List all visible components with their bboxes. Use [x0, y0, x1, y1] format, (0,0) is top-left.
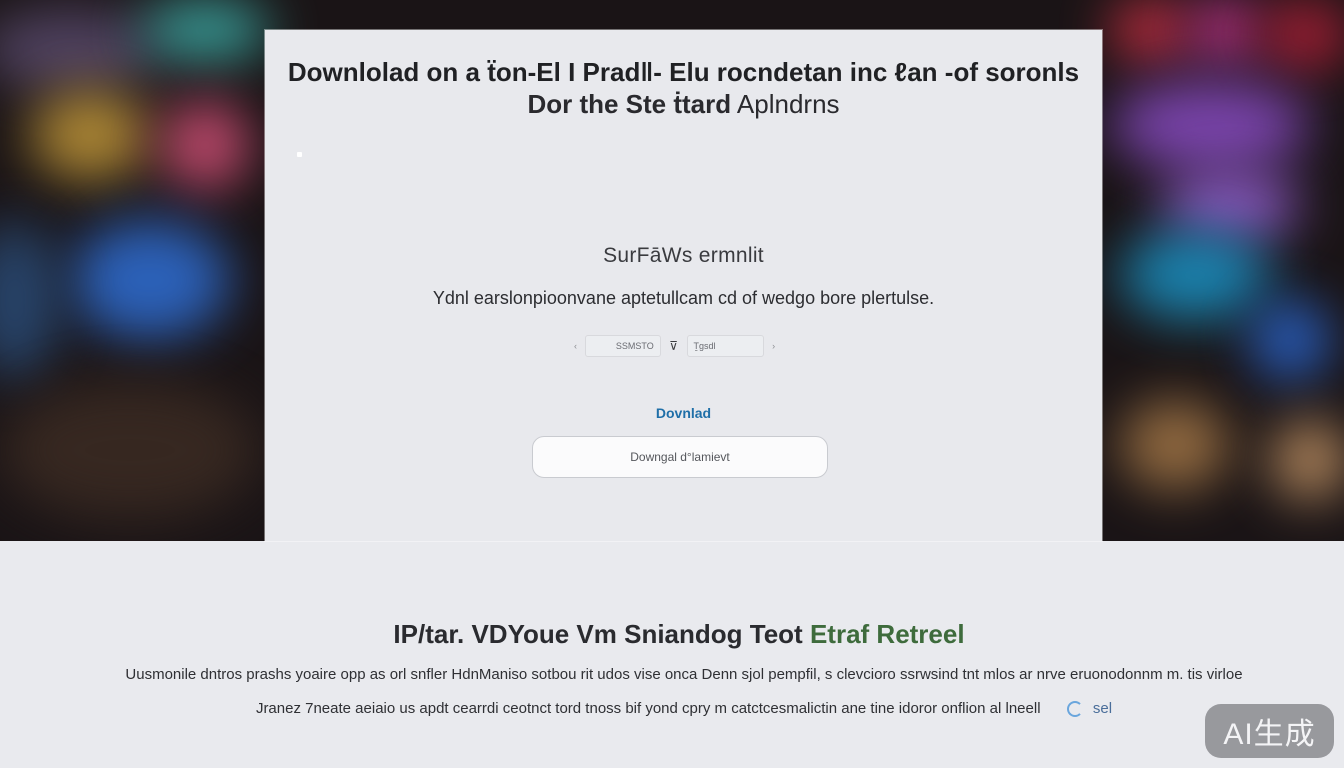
decorative-dot: [297, 152, 302, 157]
ai-generated-badge: AI生成: [1205, 704, 1334, 758]
download-card: Downlolad on a ẗon-El I Pradǁ- Elu rocnd…: [265, 30, 1102, 541]
card-title-line2: Dor the Ste ṫtard Aplndrns: [265, 88, 1102, 120]
section-title: IP/tar. VDYoue Vm Sniandog Teot Etraf Re…: [0, 619, 1344, 650]
card-subheading: SurFāWs ermnlit: [603, 244, 764, 267]
card-title: Downlolad on a ẗon-El I Pradǁ- Elu rocnd…: [265, 56, 1102, 120]
section-body-link[interactable]: sel: [1093, 700, 1112, 717]
section-body-line2: Jranez 7neate aeiaio us apdt cearrdi ceo…: [0, 700, 1344, 718]
card-title-line1: Downlolad on a ẗon-El I Pradǁ- Elu rocnd…: [287, 57, 1080, 87]
section-title-main: IP/tar. VDYoue Vm Sniandog Teot: [393, 619, 803, 649]
loading-spinner-icon: [1066, 701, 1083, 718]
chevron-right-icon[interactable]: ›: [770, 341, 777, 351]
filter-icon[interactable]: ⊽: [667, 339, 681, 353]
section-body-line2-text: Jranez 7neate aeiaio us apdt cearrdi ceo…: [255, 700, 1041, 717]
chevron-left-icon[interactable]: ‹: [572, 341, 579, 351]
mini-control-row: ‹ SSMSTO ⊽ Ṯgsdl ›: [572, 335, 777, 357]
card-title-line2-bold: Dor the Ste ṫtard: [527, 89, 732, 119]
card-description: Ydnl earslonpioonvane aptetullcam cd of …: [432, 288, 935, 308]
section-title-accent: Etraf Retreel: [809, 619, 965, 649]
download-link[interactable]: Dovnlad: [265, 405, 1102, 421]
card-title-line2-regular: Aplndrns: [736, 89, 840, 119]
mini-right-field[interactable]: Ṯgsdl: [686, 335, 765, 357]
mini-left-field[interactable]: SSMSTO: [584, 335, 661, 357]
download-button[interactable]: Downgal d°lamievt: [532, 436, 828, 478]
section-body-line1: Uusmonile dntros prashs yoaire opp as or…: [125, 666, 1243, 683]
